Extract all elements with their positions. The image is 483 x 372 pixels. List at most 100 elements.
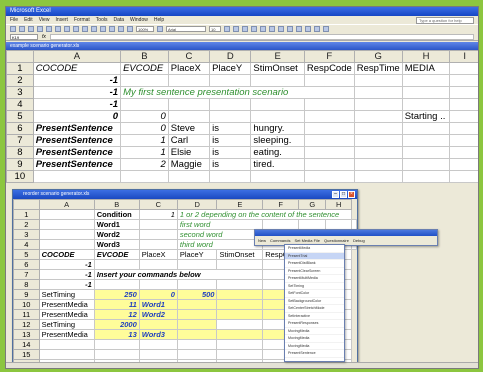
cell[interactable]: PresentSentence xyxy=(32,146,122,159)
cell[interactable] xyxy=(353,74,403,87)
cell[interactable]: -1 xyxy=(32,74,122,87)
cell[interactable] xyxy=(38,229,95,240)
chart-icon[interactable] xyxy=(127,26,133,32)
cell[interactable]: 2 xyxy=(120,158,169,171)
row-header[interactable]: 14 xyxy=(13,339,40,350)
cell[interactable]: -1 xyxy=(38,259,95,270)
cell[interactable]: PresentSentence xyxy=(32,134,122,147)
fill-color-icon[interactable] xyxy=(314,26,320,32)
cell[interactable]: EVCODE xyxy=(120,62,169,75)
cell[interactable] xyxy=(250,110,305,123)
cell[interactable] xyxy=(216,349,264,360)
currency-icon[interactable] xyxy=(287,26,293,32)
select-all-corner[interactable] xyxy=(6,50,34,63)
cell[interactable]: 2000 xyxy=(93,319,140,330)
cell[interactable]: PresentMedia xyxy=(38,299,95,310)
cell[interactable] xyxy=(32,170,122,183)
cell[interactable] xyxy=(176,349,218,360)
menu-item[interactable]: PresentClearScreen xyxy=(285,268,344,275)
sort-icon[interactable] xyxy=(118,26,124,32)
row-header[interactable]: 1 xyxy=(6,62,34,75)
menu-item[interactable]: PresentSentence xyxy=(285,350,344,358)
menu-item[interactable]: SetCenterStretchMode xyxy=(285,305,344,313)
row-header[interactable]: 6 xyxy=(6,122,34,135)
cell[interactable]: MEDIA xyxy=(401,62,451,75)
cell[interactable] xyxy=(401,122,451,135)
italic-icon[interactable] xyxy=(233,26,239,32)
font-color-icon[interactable] xyxy=(323,26,329,32)
cell[interactable]: third word xyxy=(176,239,264,250)
cell[interactable] xyxy=(176,259,218,270)
cell[interactable]: EVCODE xyxy=(93,249,140,260)
cell[interactable] xyxy=(209,110,252,123)
cell[interactable]: COCODE xyxy=(32,62,122,75)
cell[interactable] xyxy=(176,329,218,340)
zoom-select[interactable]: 100% xyxy=(136,26,154,32)
cell[interactable] xyxy=(209,98,252,111)
preview-icon[interactable] xyxy=(46,26,52,32)
fx-icon[interactable]: fx xyxy=(42,34,46,40)
cell[interactable] xyxy=(38,219,95,230)
cell[interactable] xyxy=(401,170,451,183)
cell[interactable]: Maggie xyxy=(167,158,211,171)
row-header[interactable]: 10 xyxy=(6,170,34,183)
cell[interactable] xyxy=(209,74,252,87)
menu-item[interactable]: PresentResponses xyxy=(285,320,344,328)
cell[interactable] xyxy=(401,98,451,111)
font-name-select[interactable]: Arial xyxy=(166,26,206,32)
cell[interactable] xyxy=(401,134,451,147)
cell[interactable] xyxy=(216,259,264,270)
cell[interactable]: is xyxy=(209,134,252,147)
cell[interactable] xyxy=(298,219,327,230)
cell[interactable] xyxy=(303,158,355,171)
row-header[interactable]: 1 xyxy=(13,209,40,220)
cell[interactable] xyxy=(138,229,178,240)
cell[interactable]: SetTiming xyxy=(38,319,95,330)
cell[interactable] xyxy=(449,110,478,123)
menu-item[interactable]: PresentDistBlank xyxy=(285,260,344,268)
cell[interactable]: Carl xyxy=(167,134,211,147)
formula-input[interactable] xyxy=(49,33,474,40)
merge-icon[interactable] xyxy=(278,26,284,32)
column-header[interactable]: A xyxy=(32,50,122,63)
ask-question-box[interactable]: Type a question for help xyxy=(416,17,474,24)
row-header[interactable]: 5 xyxy=(6,110,34,123)
cell[interactable] xyxy=(449,98,478,111)
cell[interactable]: Elsie xyxy=(167,146,211,159)
cell[interactable]: StimOnset xyxy=(216,249,264,260)
align-right-icon[interactable] xyxy=(269,26,275,32)
cell[interactable] xyxy=(303,170,355,183)
column-header[interactable]: H xyxy=(325,199,352,210)
column-header[interactable]: C xyxy=(167,50,211,63)
cell[interactable] xyxy=(167,74,211,87)
cell[interactable] xyxy=(216,299,264,310)
cell[interactable] xyxy=(401,158,451,171)
cell[interactable]: PresentMedia xyxy=(38,309,95,320)
column-header[interactable]: E xyxy=(250,50,305,63)
cell[interactable] xyxy=(250,98,305,111)
cell[interactable]: 12 xyxy=(93,309,140,320)
cell[interactable] xyxy=(303,74,355,87)
row-header[interactable]: 9 xyxy=(6,158,34,171)
cell[interactable]: 1 or 2 depending on the content of the s… xyxy=(176,209,353,220)
cell[interactable] xyxy=(216,279,264,290)
cell[interactable] xyxy=(93,349,140,360)
cell[interactable]: RespCode xyxy=(303,62,355,75)
redo-icon[interactable] xyxy=(100,26,106,32)
row-header[interactable]: 7 xyxy=(6,134,34,147)
cell[interactable]: PlaceX xyxy=(167,62,211,75)
cell[interactable] xyxy=(138,339,178,350)
cell[interactable]: 11 xyxy=(93,299,140,310)
cell[interactable]: Word1 xyxy=(138,299,178,310)
menu-item[interactable]: SetFontColor xyxy=(285,290,344,298)
cell[interactable] xyxy=(138,239,178,250)
cell[interactable] xyxy=(351,219,357,230)
cell[interactable] xyxy=(138,319,178,330)
cell[interactable]: sleeping. xyxy=(250,134,305,147)
cell[interactable] xyxy=(120,170,169,183)
cell[interactable]: is xyxy=(209,146,252,159)
row-header[interactable]: 15 xyxy=(13,349,40,360)
cell[interactable] xyxy=(216,329,264,340)
cell[interactable] xyxy=(167,110,211,123)
percent-icon[interactable] xyxy=(296,26,302,32)
